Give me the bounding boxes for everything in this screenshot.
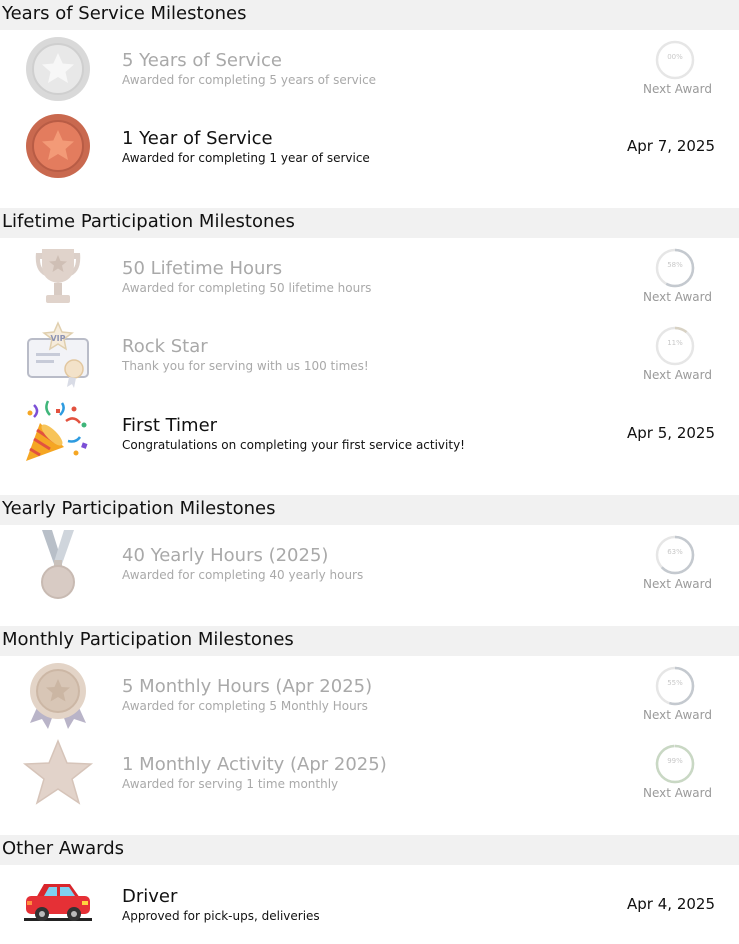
star-icon	[22, 737, 94, 809]
award-row-first-timer[interactable]: First Timer Congratulations on completin…	[0, 395, 739, 473]
silver-star-medal-icon	[22, 33, 94, 105]
progress-percent: 63%	[667, 548, 683, 556]
award-description: Awarded for completing 1 year of service	[122, 151, 370, 165]
award-title: Rock Star	[122, 336, 208, 357]
section-header-lifetime: Lifetime Participation Milestones	[0, 208, 739, 238]
award-title: 5 Monthly Hours (Apr 2025)	[122, 676, 373, 697]
progress-ring: 11%	[655, 326, 695, 366]
progress-percent: 00%	[667, 53, 683, 61]
award-description: Awarded for completing 50 lifetime hours	[122, 281, 372, 295]
award-title: 50 Lifetime Hours	[122, 258, 283, 279]
award-title: 1 Year of Service	[122, 128, 273, 149]
award-row-40-yearly-hours[interactable]: 40 Yearly Hours (2025) Awarded for compl…	[0, 525, 739, 603]
next-award-label: Next Award	[643, 708, 712, 722]
award-row-driver[interactable]: Driver Approved for pick-ups, deliveries…	[0, 866, 739, 944]
award-date: Apr 7, 2025	[627, 137, 715, 155]
award-title: 5 Years of Service	[122, 50, 282, 71]
next-award-label: Next Award	[643, 577, 712, 591]
award-title: 40 Yearly Hours (2025)	[122, 545, 329, 566]
section-header-monthly: Monthly Participation Milestones	[0, 626, 739, 656]
award-description: Awarded for completing 5 Monthly Hours	[122, 699, 368, 713]
award-date: Apr 5, 2025	[627, 424, 715, 442]
award-title: 1 Monthly Activity (Apr 2025)	[122, 754, 387, 775]
section-title: Yearly Participation Milestones	[2, 498, 276, 519]
trophy-icon	[22, 241, 94, 313]
next-award-label: Next Award	[643, 786, 712, 800]
party-popper-icon	[22, 397, 94, 469]
section-header-other: Other Awards	[0, 835, 739, 865]
progress-ring: 55%	[655, 666, 695, 706]
award-title: Driver	[122, 886, 178, 907]
next-award-label: Next Award	[643, 82, 712, 96]
progress-percent: 99%	[667, 757, 683, 765]
bronze-star-medal-icon	[22, 110, 94, 182]
svg-text:VIP: VIP	[50, 334, 65, 343]
progress-percent: 58%	[667, 261, 683, 269]
award-row-1-monthly-activity[interactable]: 1 Monthly Activity (Apr 2025) Awarded fo…	[0, 734, 739, 812]
progress-ring: 58%	[655, 248, 695, 288]
award-description: Congratulations on completing your first…	[122, 438, 465, 452]
award-row-rock-star[interactable]: VIP Rock Star Thank you for serving with…	[0, 316, 739, 394]
award-description: Approved for pick-ups, deliveries	[122, 909, 320, 923]
ribbon-medal-icon	[22, 528, 94, 600]
award-description: Awarded for serving 1 time monthly	[122, 777, 339, 791]
section-title: Years of Service Milestones	[2, 3, 247, 24]
award-title: First Timer	[122, 415, 218, 436]
section-title: Lifetime Participation Milestones	[2, 211, 295, 232]
award-description: Awarded for completing 5 years of servic…	[122, 73, 377, 87]
car-icon	[22, 868, 94, 940]
award-description: Thank you for serving with us 100 times!	[122, 359, 369, 373]
vip-ticket-icon: VIP	[22, 319, 94, 391]
next-award-label: Next Award	[643, 368, 712, 382]
award-row-5-years-of-service[interactable]: 5 Years of Service Awarded for completin…	[0, 30, 739, 108]
progress-ring: 63%	[655, 535, 695, 575]
award-row-5-monthly-hours[interactable]: 5 Monthly Hours (Apr 2025) Awarded for c…	[0, 656, 739, 734]
section-header-service: Years of Service Milestones	[0, 0, 739, 30]
next-award-label: Next Award	[643, 290, 712, 304]
section-title: Other Awards	[2, 838, 125, 859]
progress-ring: 00%	[655, 40, 695, 80]
rosette-badge-icon	[22, 659, 94, 731]
award-row-50-lifetime-hours[interactable]: 50 Lifetime Hours Awarded for completing…	[0, 238, 739, 316]
award-description: Awarded for completing 40 yearly hours	[122, 568, 364, 582]
progress-percent: 11%	[667, 339, 683, 347]
section-header-yearly: Yearly Participation Milestones	[0, 495, 739, 525]
award-date: Apr 4, 2025	[627, 895, 715, 913]
progress-ring: 99%	[655, 744, 695, 784]
section-title: Monthly Participation Milestones	[2, 629, 294, 650]
progress-percent: 55%	[667, 679, 683, 687]
award-row-1-year-of-service[interactable]: 1 Year of Service Awarded for completing…	[0, 108, 739, 186]
